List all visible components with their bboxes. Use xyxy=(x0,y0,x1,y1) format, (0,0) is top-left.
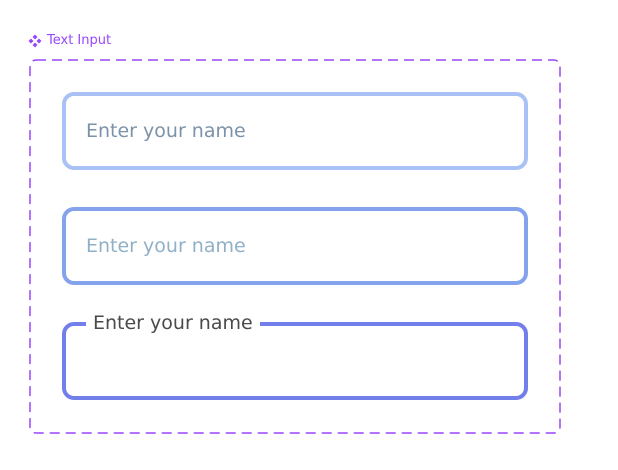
text-input-hover[interactable] xyxy=(62,207,528,285)
component-name: Text Input xyxy=(47,33,112,48)
text-input-focused[interactable]: Enter your name xyxy=(62,310,528,400)
name-input-default[interactable] xyxy=(86,96,504,166)
component-set-frame: Enter your name xyxy=(29,59,561,434)
component-name-label: Text Input xyxy=(28,33,111,48)
name-input-focused[interactable] xyxy=(86,336,504,396)
floating-label: Enter your name xyxy=(86,310,260,336)
text-input-default[interactable] xyxy=(62,92,528,170)
name-input-hover[interactable] xyxy=(86,211,504,281)
component-icon xyxy=(28,34,42,48)
